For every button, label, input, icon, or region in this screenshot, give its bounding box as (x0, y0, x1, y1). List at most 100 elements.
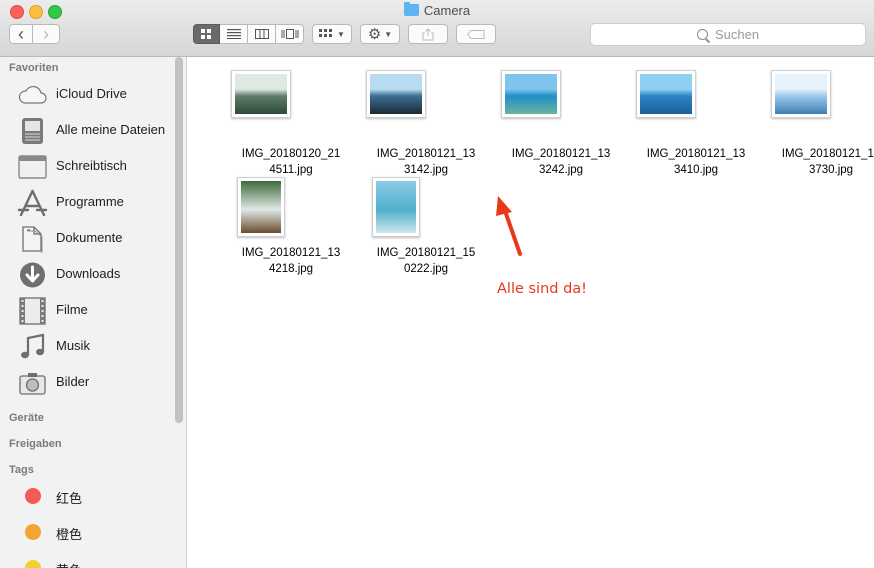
tag-color-dot (25, 560, 41, 568)
applications-icon (17, 189, 48, 217)
file-name-line1: IMG_20180121_13 (241, 247, 341, 259)
tag-icon (467, 29, 485, 39)
window-title: Camera (0, 2, 874, 18)
finder-window: Camera ‹ › ▼ ⚙ ▼ Suchen Favoriten iCloud… (0, 0, 874, 568)
back-button[interactable]: ‹ (9, 24, 33, 44)
camera-icon (19, 373, 46, 395)
search-icon (696, 29, 708, 40)
chevron-down-icon: ▼ (384, 29, 393, 39)
sidebar-item-desktop[interactable]: Schreibtisch (0, 151, 180, 183)
annotation-arrow (496, 196, 522, 256)
action-button[interactable]: ⚙ ▼ (360, 24, 400, 44)
sidebar-item-icloud-drive[interactable]: iCloud Drive (0, 79, 180, 111)
list-icon (226, 29, 241, 39)
favorites-header: Favoriten (9, 62, 59, 74)
image-thumbnail (501, 70, 561, 118)
tag-color-dot (25, 524, 41, 540)
file-name-line1: IMG_20180121_13 (646, 148, 746, 160)
sidebar-scrollbar[interactable] (175, 57, 183, 423)
edit-tags-button[interactable] (456, 24, 496, 44)
sidebar-item-all-files[interactable]: Alle meine Dateien (0, 115, 180, 147)
sidebar-item-movies[interactable]: Filme (0, 295, 180, 327)
forward-button[interactable]: › (33, 24, 60, 44)
search-field[interactable]: Suchen (590, 23, 866, 46)
list-view-button[interactable] (220, 24, 248, 44)
downloads-icon (20, 262, 45, 288)
cover-flow-icon (281, 29, 298, 39)
desktop-icon (18, 155, 47, 179)
file-name-line2: 3410.jpg (673, 164, 719, 176)
sidebar-item-music[interactable]: Musik (0, 331, 180, 363)
arrange-button[interactable]: ▼ (312, 24, 352, 44)
image-thumbnail (366, 70, 426, 118)
toolbar: Camera ‹ › ▼ ⚙ ▼ Suchen (0, 0, 874, 57)
window-title-text: Camera (423, 3, 471, 18)
photo-preview (235, 74, 287, 114)
file-name: IMG_20180121_13 3410.jpg (631, 146, 761, 178)
chevron-down-icon: ▼ (337, 29, 345, 39)
sidebar: Favoriten iCloud Drive Alle meine Dateie… (0, 57, 187, 568)
file-name: IMG_20180121_13 3242.jpg (496, 146, 626, 178)
sidebar-item-label: Schreibtisch (56, 158, 127, 173)
file-name-line2: 3242.jpg (538, 164, 584, 176)
file-name-line2: 0222.jpg (403, 263, 449, 275)
annotation-text: Alle sind da! (497, 281, 587, 297)
file-browser: IMG_20180120_21 4511.jpg IMG_20180121_13 3… (188, 57, 874, 568)
chevron-left-icon: ‹ (18, 24, 24, 44)
sidebar-item-label: Musik (56, 338, 90, 353)
sidebar-tag-yellow[interactable]: 黄色 (0, 553, 180, 568)
sidebar-item-label: 黄色 (56, 560, 82, 568)
photo-preview (241, 181, 281, 233)
photo-preview (376, 181, 416, 233)
image-thumbnail (771, 70, 831, 118)
cover-flow-button[interactable] (276, 24, 304, 44)
chevron-right-icon: › (43, 24, 49, 44)
photo-preview (370, 74, 422, 114)
file-name-line1: IMG_20180121_13 (511, 148, 611, 160)
shared-header[interactable]: Freigaben (9, 438, 62, 450)
sidebar-item-label: Bilder (56, 374, 90, 389)
sidebar-item-label: Alle meine Dateien (56, 122, 166, 137)
sidebar-item-label: Downloads (56, 266, 121, 281)
photo-preview (775, 74, 827, 114)
sidebar-tag-red[interactable]: 红色 (0, 481, 180, 513)
sidebar-item-label: 橙色 (56, 527, 83, 542)
sidebar-item-applications[interactable]: Programme (0, 187, 180, 219)
tag-color-dot (25, 488, 41, 504)
music-icon (21, 333, 45, 359)
file-name: IMG_20180121_15 0222.jpg (361, 245, 491, 277)
share-icon (422, 27, 434, 40)
grid-icon (201, 28, 211, 39)
sidebar-item-label: Programme (56, 194, 124, 209)
all-files-icon (22, 118, 43, 144)
gear-icon: ⚙ (367, 25, 382, 43)
file-name-line2: 3142.jpg (403, 164, 449, 176)
file-name-line1: IMG_20180121_13 (376, 148, 476, 160)
file-name-line1: IMG_20180121_13 (781, 148, 874, 160)
icon-view-button[interactable] (193, 24, 220, 44)
image-thumbnail (237, 177, 285, 237)
sidebar-item-documents[interactable]: Dokumente (0, 223, 180, 255)
image-thumbnail (636, 70, 696, 118)
photo-preview (640, 74, 692, 114)
column-view-button[interactable] (248, 24, 276, 44)
movies-icon (19, 297, 46, 325)
image-thumbnail (372, 177, 420, 237)
file-name: IMG_20180121_13 3730.jpg (766, 146, 874, 178)
sidebar-item-label: Filme (56, 302, 88, 317)
cloud-icon (18, 85, 47, 104)
tags-header[interactable]: Tags (9, 464, 34, 476)
file-name: IMG_20180120_21 4511.jpg (226, 146, 356, 178)
devices-header[interactable]: Geräte (9, 412, 44, 424)
photo-preview (505, 74, 557, 114)
file-name-line2: 4218.jpg (268, 263, 314, 275)
sidebar-tag-orange[interactable]: 橙色 (0, 517, 180, 549)
file-name-line2: 4511.jpg (269, 164, 313, 176)
sidebar-item-label: Dokumente (56, 230, 123, 245)
sidebar-item-pictures[interactable]: Bilder (0, 367, 180, 399)
file-name: IMG_20180121_13 3142.jpg (361, 146, 491, 178)
share-button[interactable] (408, 24, 448, 44)
sidebar-item-downloads[interactable]: Downloads (0, 259, 180, 291)
sidebar-item-label: iCloud Drive (56, 86, 127, 101)
file-name-line2: 3730.jpg (808, 164, 854, 176)
